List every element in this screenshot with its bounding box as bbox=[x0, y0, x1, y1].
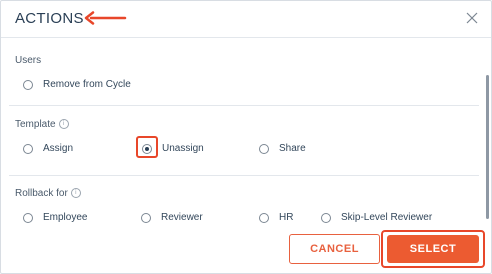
radio-reviewer[interactable]: Reviewer bbox=[141, 212, 203, 223]
radio-employee[interactable]: Employee bbox=[23, 212, 87, 223]
radio-remove-from-cycle[interactable]: Remove from Cycle bbox=[23, 79, 131, 90]
select-button[interactable]: SELECT bbox=[387, 235, 479, 263]
radio-circle-checked[interactable] bbox=[142, 143, 152, 154]
radio-skip-level-reviewer[interactable]: Skip-Level Reviewer bbox=[321, 212, 432, 223]
radio-label: HR bbox=[279, 212, 294, 223]
radio-label: Skip-Level Reviewer bbox=[341, 212, 433, 223]
radio-unassign[interactable]: Unassign bbox=[142, 143, 204, 154]
radio-label: Remove from Cycle bbox=[43, 79, 131, 90]
radio-circle[interactable] bbox=[23, 143, 33, 154]
radio-circle[interactable] bbox=[321, 212, 331, 223]
info-icon[interactable]: i bbox=[70, 188, 81, 199]
dialog-header: ACTIONS bbox=[1, 1, 491, 38]
users-label-text: Users bbox=[15, 55, 42, 66]
radio-circle[interactable] bbox=[23, 212, 33, 223]
radio-hr[interactable]: HR bbox=[259, 212, 293, 223]
radio-circle[interactable] bbox=[141, 212, 151, 223]
dialog-title: ACTIONS bbox=[15, 10, 84, 27]
radio-label: Employee bbox=[43, 212, 88, 223]
actions-dialog: ACTIONS Users Remove from Cycle Template… bbox=[0, 0, 492, 274]
radio-circle[interactable] bbox=[23, 79, 33, 90]
radio-label: Assign bbox=[43, 143, 74, 154]
radio-label: Reviewer bbox=[161, 212, 203, 223]
rollback-section-label: Rollback for i bbox=[15, 188, 81, 199]
radio-label: Unassign bbox=[162, 143, 204, 154]
radio-circle[interactable] bbox=[259, 212, 269, 223]
close-icon[interactable] bbox=[463, 9, 481, 27]
radio-assign[interactable]: Assign bbox=[23, 143, 73, 154]
scrollbar[interactable] bbox=[486, 75, 489, 219]
section-divider bbox=[9, 105, 479, 106]
info-icon[interactable]: i bbox=[58, 119, 69, 130]
arrow-left-icon bbox=[84, 11, 127, 25]
template-label-text: Template bbox=[15, 119, 56, 130]
radio-circle[interactable] bbox=[259, 143, 269, 154]
users-section-label: Users bbox=[15, 55, 41, 66]
template-section-label: Template i bbox=[15, 119, 69, 130]
rollback-label-text: Rollback for bbox=[15, 188, 68, 199]
radio-share[interactable]: Share bbox=[259, 143, 306, 154]
cancel-button[interactable]: CANCEL bbox=[289, 234, 380, 264]
radio-label: Share bbox=[279, 143, 306, 154]
section-divider bbox=[9, 175, 479, 176]
